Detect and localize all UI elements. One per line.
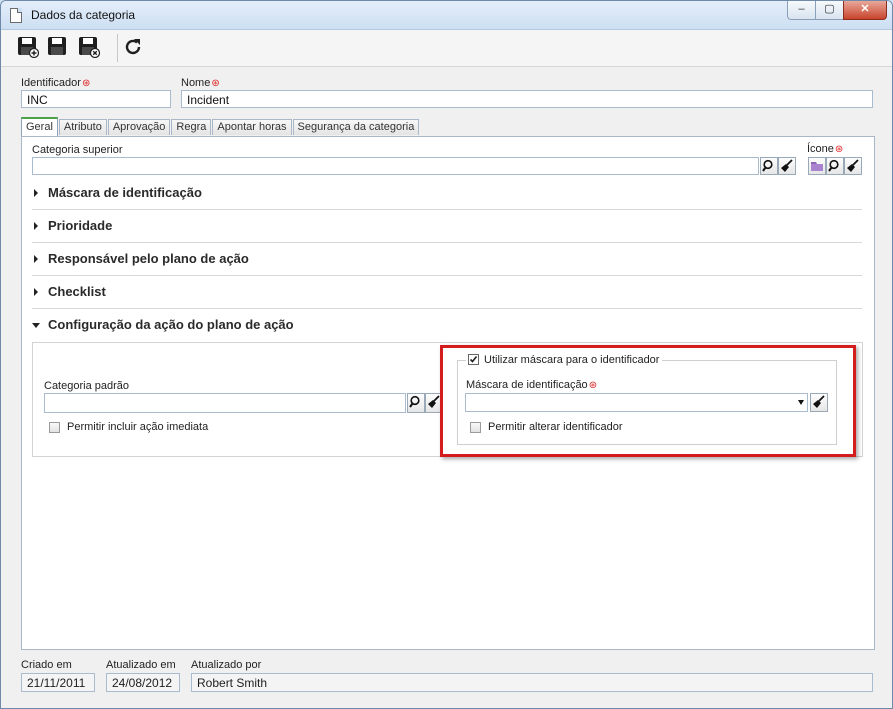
dialog-window: Dados da categoria ‒ ▢ ✕ Identificador⊛ … [0, 0, 893, 709]
save-button[interactable] [47, 36, 71, 58]
tab-seguranca[interactable]: Segurança da categoria [292, 119, 420, 135]
categoria-superior-field[interactable] [32, 157, 759, 175]
search-icon [828, 159, 839, 172]
chevron-down-icon [798, 400, 804, 405]
refresh-icon [125, 39, 141, 55]
section-mascara[interactable]: Máscara de identificação [32, 177, 862, 210]
categoria-padrao-search-button[interactable] [407, 393, 425, 413]
save-close-button[interactable] [78, 36, 102, 59]
icon-preview[interactable] [808, 157, 826, 175]
section-title: Máscara de identificação [48, 185, 202, 200]
required-icon: ⊛ [211, 78, 220, 89]
highlight-box: Utilizar máscara para o identificador Má… [440, 345, 856, 457]
expand-arrow-icon [34, 255, 38, 263]
broom-icon [781, 159, 793, 172]
tab-geral[interactable]: Geral [21, 117, 58, 136]
tab-apontar-horas[interactable]: Apontar horas [212, 119, 292, 135]
tab-aprovacao[interactable]: Aprovação [107, 119, 171, 135]
minimize-button[interactable]: ‒ [787, 1, 816, 20]
utilizar-mascara-checkbox[interactable] [468, 354, 479, 365]
save-new-button[interactable] [17, 36, 41, 59]
title-bar[interactable]: Dados da categoria ‒ ▢ ✕ [1, 1, 892, 30]
toolbar [1, 30, 892, 67]
permitir-alterar-label: Permitir alterar identificador [488, 421, 623, 433]
window-title: Dados da categoria [31, 8, 136, 22]
broom-icon [847, 159, 859, 172]
categoria-padrao-label: Categoria padrão [44, 380, 130, 392]
mascara-label: Máscara de identificação⊛ [466, 379, 598, 391]
required-icon: ⊛ [588, 380, 598, 391]
document-icon [10, 8, 22, 23]
icon-clear-button[interactable] [844, 157, 862, 175]
identificador-label: Identificador⊛ [21, 77, 91, 89]
tab-regra[interactable]: Regra [171, 119, 212, 135]
section-responsavel[interactable]: Responsável pelo plano de ação [32, 243, 862, 276]
permitir-incluir-label: Permitir incluir ação imediata [67, 421, 209, 433]
section-title: Responsável pelo plano de ação [48, 251, 249, 266]
atualizado-em-field: 24/08/2012 [106, 673, 180, 692]
search-icon [409, 395, 420, 408]
mascara-fieldset: Utilizar máscara para o identificador Má… [457, 352, 837, 445]
mascara-clear-button[interactable] [810, 393, 828, 412]
maximize-button[interactable]: ▢ [815, 1, 844, 20]
broom-icon [813, 395, 825, 408]
atualizado-por-label: Atualizado por [191, 659, 262, 671]
expand-arrow-icon [34, 288, 38, 296]
collapse-arrow-icon [32, 323, 40, 328]
permitir-incluir-checkbox[interactable] [49, 422, 60, 433]
mascara-select[interactable] [465, 393, 808, 412]
categoria-superior-label: Categoria superior [32, 144, 123, 156]
section-prioridade[interactable]: Prioridade [32, 210, 862, 243]
refresh-button[interactable] [122, 36, 146, 58]
section-checklist[interactable]: Checklist [32, 276, 862, 309]
floppy-close-icon [79, 37, 101, 59]
section-title: Prioridade [48, 218, 113, 233]
floppy-icon [48, 37, 66, 55]
categoria-padrao-field[interactable] [44, 393, 406, 413]
tab-bar: Geral Atributo Aprovação Regra Apontar h… [21, 117, 420, 136]
clear-button[interactable] [778, 157, 796, 175]
atualizado-por-field: Robert Smith [191, 673, 873, 692]
icone-label: Ícone⊛ [807, 143, 844, 155]
criado-em-label: Criado em [21, 659, 72, 671]
tab-atributo[interactable]: Atributo [58, 119, 107, 135]
criado-em-field: 21/11/2011 [21, 673, 95, 692]
section-configuracao[interactable]: Configuração da ação do plano de ação [32, 309, 862, 341]
broom-icon [428, 395, 440, 408]
utilizar-mascara-legend: Utilizar máscara para o identificador [466, 352, 663, 368]
section-title: Configuração da ação do plano de ação [48, 317, 294, 332]
nome-label: Nome⊛ [181, 77, 220, 89]
checkmark-icon [469, 356, 478, 363]
permitir-alterar-checkbox[interactable] [470, 422, 481, 433]
toolbar-separator [117, 34, 118, 62]
required-icon: ⊛ [81, 78, 91, 89]
atualizado-em-label: Atualizado em [106, 659, 176, 671]
section-title: Checklist [48, 284, 106, 299]
floppy-plus-icon [18, 37, 40, 59]
required-icon: ⊛ [834, 144, 844, 155]
icon-search-button[interactable] [826, 157, 844, 175]
expand-arrow-icon [34, 222, 38, 230]
expand-arrow-icon [34, 189, 38, 197]
close-button[interactable]: ✕ [843, 1, 887, 20]
identificador-field[interactable]: INC [21, 90, 171, 108]
search-button[interactable] [760, 157, 778, 175]
search-icon [762, 159, 773, 172]
utilizar-mascara-label: Utilizar máscara para o identificador [484, 354, 660, 366]
nome-field[interactable]: Incident [181, 90, 873, 108]
folder-icon [811, 162, 823, 171]
